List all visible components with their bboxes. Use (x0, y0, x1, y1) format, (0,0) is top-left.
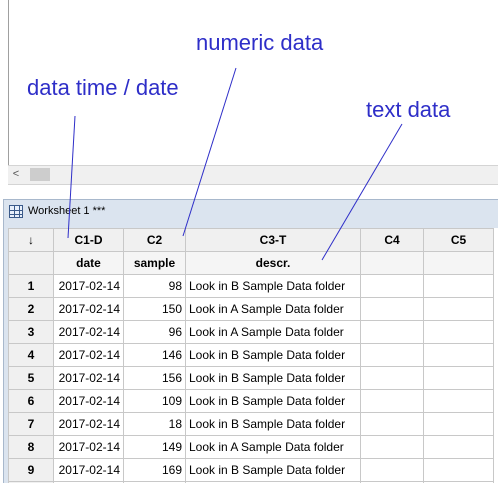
empty-cell-c4[interactable] (361, 390, 424, 413)
descr-cell[interactable]: Look in A Sample Data folder (186, 436, 361, 459)
empty-cell-c4[interactable] (361, 459, 424, 482)
row-number[interactable]: 3 (9, 321, 54, 344)
empty-cell-c4[interactable] (361, 367, 424, 390)
datetime-label: data time / date (27, 75, 179, 101)
column-name-3[interactable]: descr. (186, 252, 361, 275)
sample-cell[interactable]: 150 (124, 298, 186, 321)
worksheet-title: Worksheet 1 *** (28, 205, 105, 217)
numeric-data-label: numeric data (196, 30, 323, 56)
scroll-left-icon[interactable]: < (10, 168, 22, 181)
descr-cell[interactable]: Look in B Sample Data folder (186, 390, 361, 413)
date-cell[interactable]: 2017-02-14 (54, 344, 124, 367)
empty-cell-c5[interactable] (424, 321, 494, 344)
table-row: 52017-02-14156Look in B Sample Data fold… (9, 367, 494, 390)
column-id-row: ↓C1-DC2C3-TC4C5 (9, 229, 494, 252)
sample-cell[interactable]: 169 (124, 459, 186, 482)
row-number[interactable]: 4 (9, 344, 54, 367)
row-number[interactable]: 9 (9, 459, 54, 482)
table-row: 22017-02-14150Look in A Sample Data fold… (9, 298, 494, 321)
date-cell[interactable]: 2017-02-14 (54, 390, 124, 413)
pane-border (8, 0, 9, 165)
descr-cell[interactable]: Look in B Sample Data folder (186, 367, 361, 390)
table-row: 72017-02-1418Look in B Sample Data folde… (9, 413, 494, 436)
column-header-1[interactable]: C1-D (54, 229, 124, 252)
row-number[interactable]: 2 (9, 298, 54, 321)
empty-cell-c5[interactable] (424, 298, 494, 321)
empty-cell-c4[interactable] (361, 298, 424, 321)
sample-cell[interactable]: 149 (124, 436, 186, 459)
sample-cell[interactable]: 109 (124, 390, 186, 413)
descr-cell[interactable]: Look in A Sample Data folder (186, 321, 361, 344)
column-name-5[interactable] (424, 252, 494, 275)
horizontal-scrollbar[interactable]: < (8, 165, 498, 185)
column-name-row: datesampledescr. (9, 252, 494, 275)
empty-cell-c4[interactable] (361, 275, 424, 298)
empty-cell-c5[interactable] (424, 436, 494, 459)
date-cell[interactable]: 2017-02-14 (54, 413, 124, 436)
empty-cell-c4[interactable] (361, 436, 424, 459)
column-name-2[interactable]: sample (124, 252, 186, 275)
table-row: 32017-02-1496Look in A Sample Data folde… (9, 321, 494, 344)
descr-cell[interactable]: Look in B Sample Data folder (186, 275, 361, 298)
empty-cell-c4[interactable] (361, 413, 424, 436)
table-row: 82017-02-14149Look in A Sample Data fold… (9, 436, 494, 459)
data-direction-icon[interactable]: ↓ (9, 229, 54, 252)
table-row: 92017-02-14169Look in B Sample Data fold… (9, 459, 494, 482)
descr-cell[interactable]: Look in A Sample Data folder (186, 298, 361, 321)
scrollbar-thumb[interactable] (30, 168, 50, 181)
table-row: 42017-02-14146Look in B Sample Data fold… (9, 344, 494, 367)
column-header-3[interactable]: C3-T (186, 229, 361, 252)
row-number[interactable]: 7 (9, 413, 54, 436)
descr-cell[interactable]: Look in B Sample Data folder (186, 413, 361, 436)
worksheet-window: Worksheet 1 *** ↓C1-DC2C3-TC4C5datesampl… (3, 199, 498, 483)
sample-cell[interactable]: 18 (124, 413, 186, 436)
row-number[interactable]: 1 (9, 275, 54, 298)
row-number[interactable]: 8 (9, 436, 54, 459)
date-cell[interactable]: 2017-02-14 (54, 275, 124, 298)
empty-cell-c5[interactable] (424, 367, 494, 390)
worksheet-title-bar[interactable]: Worksheet 1 *** (4, 200, 498, 224)
empty-cell-c4[interactable] (361, 344, 424, 367)
date-cell[interactable]: 2017-02-14 (54, 436, 124, 459)
text-data-label: text data (366, 97, 450, 123)
sample-cell[interactable]: 96 (124, 321, 186, 344)
name-row-header (9, 252, 54, 275)
empty-cell-c4[interactable] (361, 321, 424, 344)
empty-cell-c5[interactable] (424, 275, 494, 298)
row-number[interactable]: 5 (9, 367, 54, 390)
column-header-4[interactable]: C4 (361, 229, 424, 252)
descr-cell[interactable]: Look in B Sample Data folder (186, 459, 361, 482)
empty-cell-c5[interactable] (424, 459, 494, 482)
column-header-5[interactable]: C5 (424, 229, 494, 252)
table-row: 62017-02-14109Look in B Sample Data fold… (9, 390, 494, 413)
sample-cell[interactable]: 156 (124, 367, 186, 390)
date-cell[interactable]: 2017-02-14 (54, 459, 124, 482)
sample-cell[interactable]: 98 (124, 275, 186, 298)
worksheet-icon (9, 205, 23, 218)
empty-cell-c5[interactable] (424, 344, 494, 367)
pane-gap (0, 185, 498, 199)
empty-cell-c5[interactable] (424, 413, 494, 436)
table-row: 12017-02-1498Look in B Sample Data folde… (9, 275, 494, 298)
column-header-2[interactable]: C2 (124, 229, 186, 252)
date-cell[interactable]: 2017-02-14 (54, 298, 124, 321)
row-number[interactable]: 6 (9, 390, 54, 413)
column-name-4[interactable] (361, 252, 424, 275)
worksheet-grid[interactable]: ↓C1-DC2C3-TC4C5datesampledescr.12017-02-… (8, 228, 498, 483)
column-name-1[interactable]: date (54, 252, 124, 275)
date-cell[interactable]: 2017-02-14 (54, 367, 124, 390)
date-cell[interactable]: 2017-02-14 (54, 321, 124, 344)
empty-cell-c5[interactable] (424, 390, 494, 413)
sample-cell[interactable]: 146 (124, 344, 186, 367)
descr-cell[interactable]: Look in B Sample Data folder (186, 344, 361, 367)
